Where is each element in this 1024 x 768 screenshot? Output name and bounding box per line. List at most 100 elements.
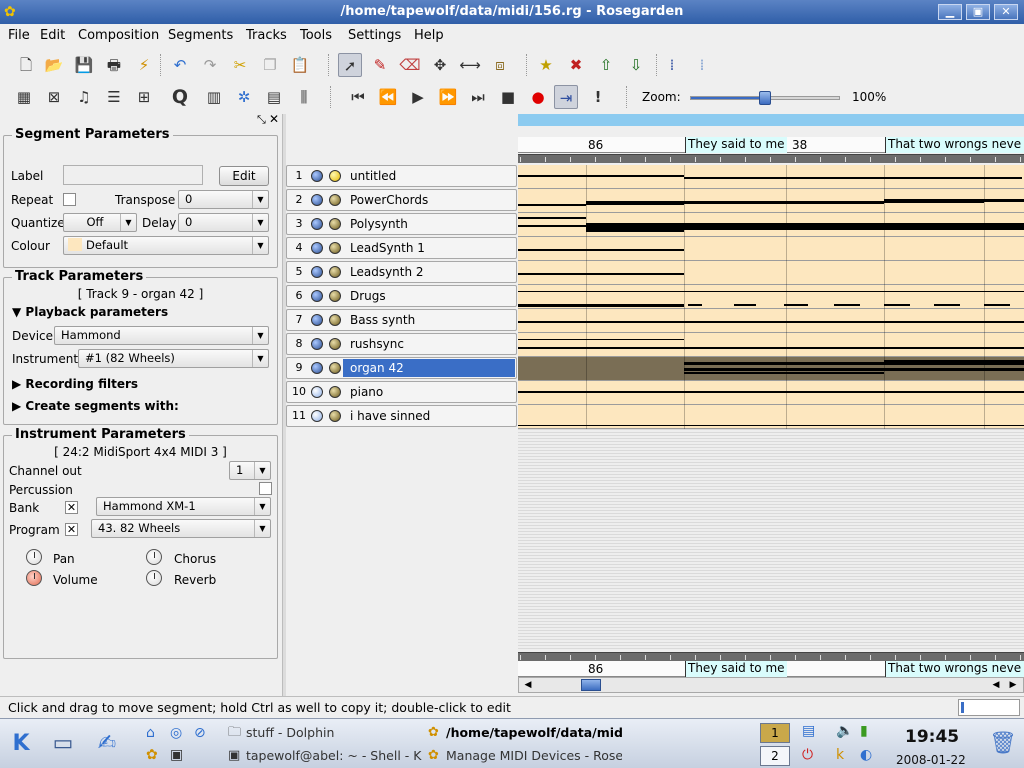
track-name[interactable]: LeadSynth 1 <box>343 239 515 257</box>
track-row[interactable]: 11 i have sinned <box>286 405 517 427</box>
record-led-icon[interactable] <box>329 362 341 374</box>
scroll-right-icon[interactable]: ▶ <box>1006 678 1020 692</box>
quantize-combo[interactable]: Off ▼ <box>63 213 137 232</box>
segment[interactable] <box>518 237 1024 261</box>
menu-help[interactable]: Help <box>414 28 444 43</box>
split-tool-icon[interactable]: ⧈ <box>488 53 512 77</box>
segment[interactable] <box>518 357 1024 381</box>
segment[interactable] <box>518 261 1024 285</box>
desktop-1-pager[interactable]: 1 <box>760 723 790 743</box>
rewind-to-start-icon[interactable]: ⏮ <box>346 85 370 109</box>
record-led-icon[interactable] <box>329 266 341 278</box>
devices-icon[interactable]: ✲ <box>232 85 256 109</box>
recording-filters-toggle[interactable]: ▶ Recording filters <box>12 377 138 391</box>
move-track-up-icon[interactable]: ⇧ <box>594 53 618 77</box>
panic-icon[interactable]: ! <box>586 85 610 109</box>
record-led-icon[interactable] <box>329 242 341 254</box>
segment[interactable] <box>518 309 1024 333</box>
delay-combo[interactable]: 0 ▼ <box>178 213 269 232</box>
segment[interactable] <box>518 405 1024 429</box>
track-name[interactable]: Leadsynth 2 <box>343 263 515 281</box>
minimize-button[interactable]: ▁ <box>938 4 962 20</box>
file-manager-icon[interactable]: ✍ <box>90 727 124 761</box>
track-row[interactable]: 8 rushsync <box>286 333 517 355</box>
reverb-knob[interactable] <box>146 570 162 586</box>
segment[interactable] <box>518 285 1024 309</box>
mute-led-icon[interactable] <box>311 218 323 230</box>
maximize-button[interactable]: ▣ <box>966 4 990 20</box>
keyboard-icon[interactable]: ▤ <box>262 85 286 109</box>
loop-ruler[interactable] <box>518 114 1024 126</box>
horizontal-scrollbar[interactable]: ◀ ◀ ▶ <box>518 677 1024 693</box>
channel-out-combo[interactable]: 1 ▼ <box>229 461 271 480</box>
track-name[interactable]: Polysynth <box>343 215 515 233</box>
task-manage-midi[interactable]: ✿ Manage MIDI Devices - Rose <box>426 745 622 767</box>
track-row[interactable]: 6 Drugs <box>286 285 517 307</box>
track-name[interactable]: organ 42 <box>343 359 515 377</box>
kde-menu-icon[interactable]: K <box>4 727 38 761</box>
repeat-checkbox[interactable] <box>63 193 76 206</box>
audio-mixer-icon[interactable]: ⊞ <box>132 85 156 109</box>
track-row[interactable]: 9 organ 42 <box>286 357 517 379</box>
task-shell[interactable]: ▣ tapewolf@abel: ~ - Shell - K <box>226 745 422 767</box>
scroll-left-icon[interactable]: ◀ <box>989 678 1003 692</box>
fast-forward-to-end-icon[interactable]: ⏭ <box>466 85 490 109</box>
unmute-all-icon[interactable]: ⁞ <box>690 53 714 77</box>
help-center-icon[interactable]: ◎ <box>170 725 182 741</box>
track-name[interactable]: i have sinned <box>343 407 515 425</box>
bar-ruler-top[interactable]: 86 38 They said to me That two wrongs ne… <box>518 137 1024 153</box>
undo-icon[interactable]: ↶ <box>168 53 192 77</box>
quantize-icon[interactable]: Q <box>168 85 192 109</box>
mute-led-icon[interactable] <box>311 314 323 326</box>
midi-mixer-icon[interactable]: ▥ <box>202 85 226 109</box>
network-icon[interactable]: ◐ <box>860 747 872 763</box>
track-name[interactable]: Drugs <box>343 287 515 305</box>
create-segments-toggle[interactable]: ▶ Create segments with: <box>12 399 179 413</box>
mute-led-icon[interactable] <box>311 290 323 302</box>
track-name[interactable]: PowerChords <box>343 191 515 209</box>
mute-led-icon[interactable] <box>311 386 323 398</box>
menu-edit[interactable]: Edit <box>40 28 65 43</box>
track-row[interactable]: 3 Polysynth <box>286 213 517 235</box>
record-led-icon[interactable] <box>329 338 341 350</box>
segment-canvas[interactable] <box>518 165 1024 651</box>
marker-they-said-to-me[interactable]: They said to me <box>685 137 787 153</box>
mute-led-icon[interactable] <box>311 362 323 374</box>
move-tool-icon[interactable]: ✥ <box>428 53 452 77</box>
zoom-slider[interactable] <box>690 91 840 105</box>
kwallet-icon[interactable]: k <box>836 747 844 763</box>
playback-parameters-toggle[interactable]: ▼ Playback parameters <box>12 305 168 319</box>
colour-combo[interactable]: Default ▼ <box>63 236 269 255</box>
marker-two-wrongs[interactable]: That two wrongs neve <box>885 661 1024 677</box>
redo-icon[interactable]: ↷ <box>198 53 222 77</box>
menu-tools[interactable]: Tools <box>300 28 332 43</box>
track-name[interactable]: rushsync <box>343 335 515 353</box>
draw-pencil-icon[interactable]: ✎ <box>368 53 392 77</box>
menu-composition[interactable]: Composition <box>78 28 159 43</box>
segment[interactable] <box>518 165 1024 189</box>
track-row[interactable]: 5 Leadsynth 2 <box>286 261 517 283</box>
segment[interactable] <box>518 213 1024 237</box>
show-desktop-icon[interactable]: ▭ <box>46 727 80 761</box>
copy-icon[interactable]: ❐ <box>258 53 282 77</box>
segment[interactable] <box>518 333 1024 357</box>
pan-knob[interactable] <box>26 549 42 565</box>
record-led-icon[interactable] <box>329 410 341 422</box>
save-icon[interactable]: 💾 <box>72 53 96 77</box>
record-led-icon[interactable] <box>329 170 341 182</box>
stop-icon[interactable]: ■ <box>496 85 520 109</box>
panel-close-icon[interactable]: ✕ <box>269 112 279 126</box>
menu-tracks[interactable]: Tracks <box>246 28 287 43</box>
chorus-knob[interactable] <box>146 549 162 565</box>
close-button[interactable]: ✕ <box>994 4 1018 20</box>
select-tool-icon[interactable]: ➚ <box>338 53 362 77</box>
menu-file[interactable]: File <box>8 28 30 43</box>
notation-editor-icon[interactable]: ♫ <box>72 85 96 109</box>
new-file-icon[interactable]: 🗋 <box>14 53 38 77</box>
terminal-launcher-icon[interactable]: ▣ <box>170 747 183 763</box>
menu-segments[interactable]: Segments <box>168 28 233 43</box>
matrix-editor-icon[interactable]: ▦ <box>12 85 36 109</box>
bank-checkbox[interactable]: ✕ <box>65 501 78 514</box>
record-led-icon[interactable] <box>329 386 341 398</box>
speaker-icon[interactable]: 🔈 <box>836 723 853 739</box>
